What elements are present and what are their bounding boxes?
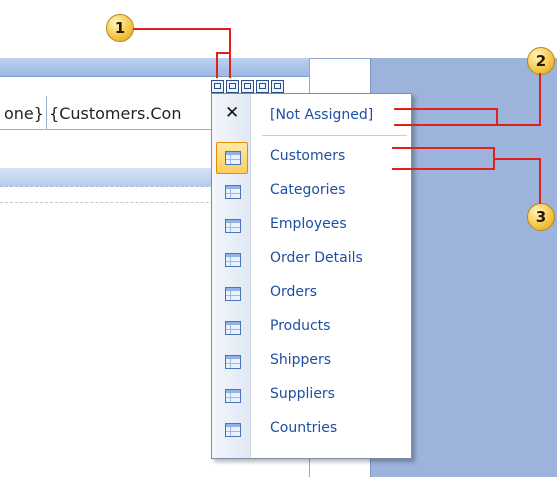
layout-icon[interactable] — [226, 80, 239, 93]
list-item-order-details[interactable]: Order Details — [212, 242, 411, 276]
table-icon — [225, 389, 241, 403]
restore-icon[interactable] — [271, 80, 284, 93]
list-item-label: Suppliers — [270, 386, 335, 402]
callout-2-leader — [539, 73, 541, 125]
list-item-employees[interactable]: Employees — [212, 208, 411, 242]
smart-tag-buttons — [211, 80, 284, 93]
field-expression[interactable]: one} {Customers.Con — [4, 104, 181, 123]
callout-1-bracket — [216, 52, 230, 54]
callout-1-leader — [133, 28, 230, 30]
zoom-icon[interactable] — [241, 80, 254, 93]
table-icon — [225, 321, 241, 335]
list-item-label: Shippers — [270, 352, 332, 368]
expand-icon[interactable] — [256, 80, 269, 93]
callout-2-bracket-right — [496, 108, 498, 126]
close-icon[interactable]: ✕ — [225, 103, 239, 123]
list-item-label: Categories — [270, 182, 346, 198]
table-icon — [225, 151, 241, 165]
table-icon — [225, 219, 241, 233]
list-item-products[interactable]: Products — [212, 310, 411, 344]
callout-3: 3 — [527, 203, 555, 231]
list-item-countries[interactable]: Countries — [212, 412, 411, 446]
data-member-popup: ✕ [Not Assigned] Customers Categories Em… — [211, 93, 412, 459]
tasks-icon[interactable] — [211, 80, 224, 93]
callout-3-leader-horizontal — [494, 158, 541, 160]
callout-2-leader-horizontal — [496, 124, 541, 126]
list-item-label: Employees — [270, 216, 347, 232]
table-icon — [225, 185, 241, 199]
list-item-categories[interactable]: Categories — [212, 174, 411, 208]
callout-3-bracket-bottom — [392, 168, 495, 170]
column-divider — [46, 96, 47, 129]
table-icon — [225, 423, 241, 437]
table-icon — [225, 253, 241, 267]
callout-2: 2 — [527, 47, 555, 75]
not-assigned-option[interactable]: [Not Assigned] — [270, 107, 373, 123]
callout-3-leader — [539, 158, 541, 204]
list-item-label: Countries — [270, 420, 338, 436]
table-icon — [225, 355, 241, 369]
band-header[interactable] — [0, 58, 309, 77]
list-item-label: Order Details — [270, 250, 363, 266]
list-item-label: Orders — [270, 284, 318, 300]
menu-separator — [262, 135, 407, 136]
list-item-customers[interactable]: Customers — [212, 140, 411, 174]
list-item-shippers[interactable]: Shippers — [212, 344, 411, 378]
list-item-suppliers[interactable]: Suppliers — [212, 378, 411, 412]
list-item-label: Customers — [270, 148, 346, 164]
callout-1: 1 — [106, 14, 134, 42]
table-icon — [225, 287, 241, 301]
callout-2-bracket-top — [394, 108, 497, 110]
callout-3-bracket-right — [493, 147, 495, 170]
callout-3-bracket-top — [392, 147, 495, 149]
callout-2-bracket-bottom — [394, 124, 497, 126]
list-item-label: Products — [270, 318, 331, 334]
list-item-orders[interactable]: Orders — [212, 276, 411, 310]
callout-1-bracket-left — [216, 52, 218, 78]
